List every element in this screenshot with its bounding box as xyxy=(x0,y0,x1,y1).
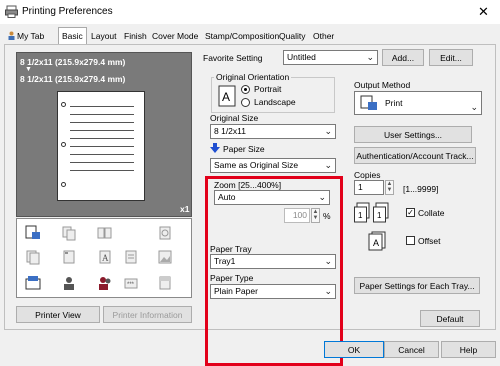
svg-text:1: 1 xyxy=(377,211,382,220)
svg-text:A: A xyxy=(222,90,230,104)
tab-cover-mode[interactable]: Cover Mode xyxy=(149,29,201,44)
add-button[interactable]: Add... xyxy=(382,49,424,66)
printer-information-button[interactable]: Printer Information xyxy=(103,306,192,323)
cover-icon[interactable] xyxy=(157,275,173,291)
tab-other[interactable]: Other xyxy=(310,29,337,44)
edit-button[interactable]: Edit... xyxy=(429,49,473,66)
highlight-box xyxy=(205,176,343,366)
user-settings-button[interactable]: User Settings... xyxy=(354,126,472,143)
portrait-label: Portrait xyxy=(254,84,282,94)
output-method-label: Output Method xyxy=(354,80,411,90)
svg-text:A: A xyxy=(373,238,379,248)
favorite-setting-label: Favorite Setting xyxy=(203,53,263,63)
window-title: Printing Preferences xyxy=(22,6,113,17)
pages-icon[interactable] xyxy=(61,225,77,241)
landscape-radio[interactable] xyxy=(241,98,250,107)
copies-spinner[interactable]: ▲ ▼ xyxy=(385,180,394,195)
paper-image xyxy=(57,91,145,201)
zoom-indicator: x1 xyxy=(180,204,190,214)
offset-checkbox[interactable] xyxy=(406,236,415,245)
down-arrow-icon: ▼ xyxy=(25,66,32,73)
chevron-down-icon: ⌄ xyxy=(470,102,478,112)
close-icon[interactable]: ✕ xyxy=(478,4,489,20)
paper-size-label: Paper Size xyxy=(223,144,265,154)
chevron-down-icon: ⌄ xyxy=(366,52,374,62)
layout-icon[interactable] xyxy=(123,249,139,265)
paper-size-text: 8 1/2x11 (215.9x279.4 mm) xyxy=(20,74,126,84)
staple-icon[interactable] xyxy=(61,249,77,265)
text-a-icon[interactable]: A xyxy=(97,249,113,265)
paper-size-select[interactable]: Same as Original Size ⌄ xyxy=(210,158,336,173)
users-icon[interactable] xyxy=(97,275,113,291)
image-icon[interactable] xyxy=(157,249,173,265)
copies-label: Copies xyxy=(354,170,381,180)
landscape-label: Landscape xyxy=(254,97,296,107)
favorite-setting-select[interactable]: Untitled ⌄ xyxy=(283,50,378,65)
printer-view-button[interactable]: Printer View xyxy=(16,306,100,323)
offset-label: Offset xyxy=(418,236,441,246)
cancel-button[interactable]: Cancel xyxy=(384,341,439,358)
output-method-select[interactable]: Print ⌄ xyxy=(354,91,482,115)
copies-range: [1...9999] xyxy=(403,184,439,194)
print-output-icon xyxy=(360,95,377,110)
paper-settings-each-tray-button[interactable]: Paper Settings for Each Tray... xyxy=(354,277,480,294)
original-size-select[interactable]: 8 1/2x11 ⌄ xyxy=(210,124,336,139)
password-icon[interactable]: *** xyxy=(123,275,139,291)
function-icon-grid: A *** xyxy=(16,218,192,298)
blue-down-arrow-icon xyxy=(210,143,220,153)
copies-input[interactable]: 1 xyxy=(354,180,384,195)
stamp-icon[interactable] xyxy=(157,225,173,241)
collate-label: Collate xyxy=(418,208,445,218)
tab-quality[interactable]: Quality xyxy=(276,29,308,44)
original-size-text: 8 1/2x11 (215.9x279.4 mm) xyxy=(20,57,126,67)
tab-stamp-composition[interactable]: Stamp/Composition xyxy=(202,29,282,44)
duplex-icon[interactable] xyxy=(25,249,41,265)
title-bar: Printing Preferences ✕ xyxy=(0,0,500,24)
chevron-down-icon: ⌄ xyxy=(324,126,332,136)
original-size-label: Original Size xyxy=(210,113,259,123)
offset-icon: A xyxy=(368,231,386,251)
tab-layout[interactable]: Layout xyxy=(88,29,120,44)
tab-my-tab[interactable]: My Tab xyxy=(4,29,47,44)
tab-finish[interactable]: Finish xyxy=(121,29,150,44)
page-preview: 8 1/2x11 (215.9x279.4 mm) ▼ 8 1/2x11 (21… xyxy=(16,52,192,217)
authentication-account-track-button[interactable]: Authentication/Account Track... xyxy=(354,147,476,164)
collate-checkbox[interactable]: ✓ xyxy=(406,208,415,217)
svg-text:A: A xyxy=(102,253,109,263)
ok-button[interactable]: OK xyxy=(324,341,384,358)
mail-box-icon[interactable] xyxy=(25,275,41,291)
tab-basic[interactable]: Basic xyxy=(58,27,87,45)
booklet-icon[interactable] xyxy=(97,225,113,241)
help-button[interactable]: Help xyxy=(441,341,496,358)
user-icon[interactable] xyxy=(61,275,77,291)
portrait-radio[interactable] xyxy=(241,85,250,94)
print-doc-icon[interactable] xyxy=(25,225,41,241)
svg-text:1: 1 xyxy=(358,211,363,220)
chevron-down-icon: ⌄ xyxy=(324,160,332,170)
collate-icon: 1 1 xyxy=(354,202,389,223)
printer-icon xyxy=(5,5,18,18)
svg-text:***: *** xyxy=(127,282,135,288)
person-icon xyxy=(8,31,15,40)
orientation-a-icon: A xyxy=(218,85,236,107)
orientation-label: Original Orientation xyxy=(214,72,292,82)
default-button[interactable]: Default xyxy=(420,310,480,327)
